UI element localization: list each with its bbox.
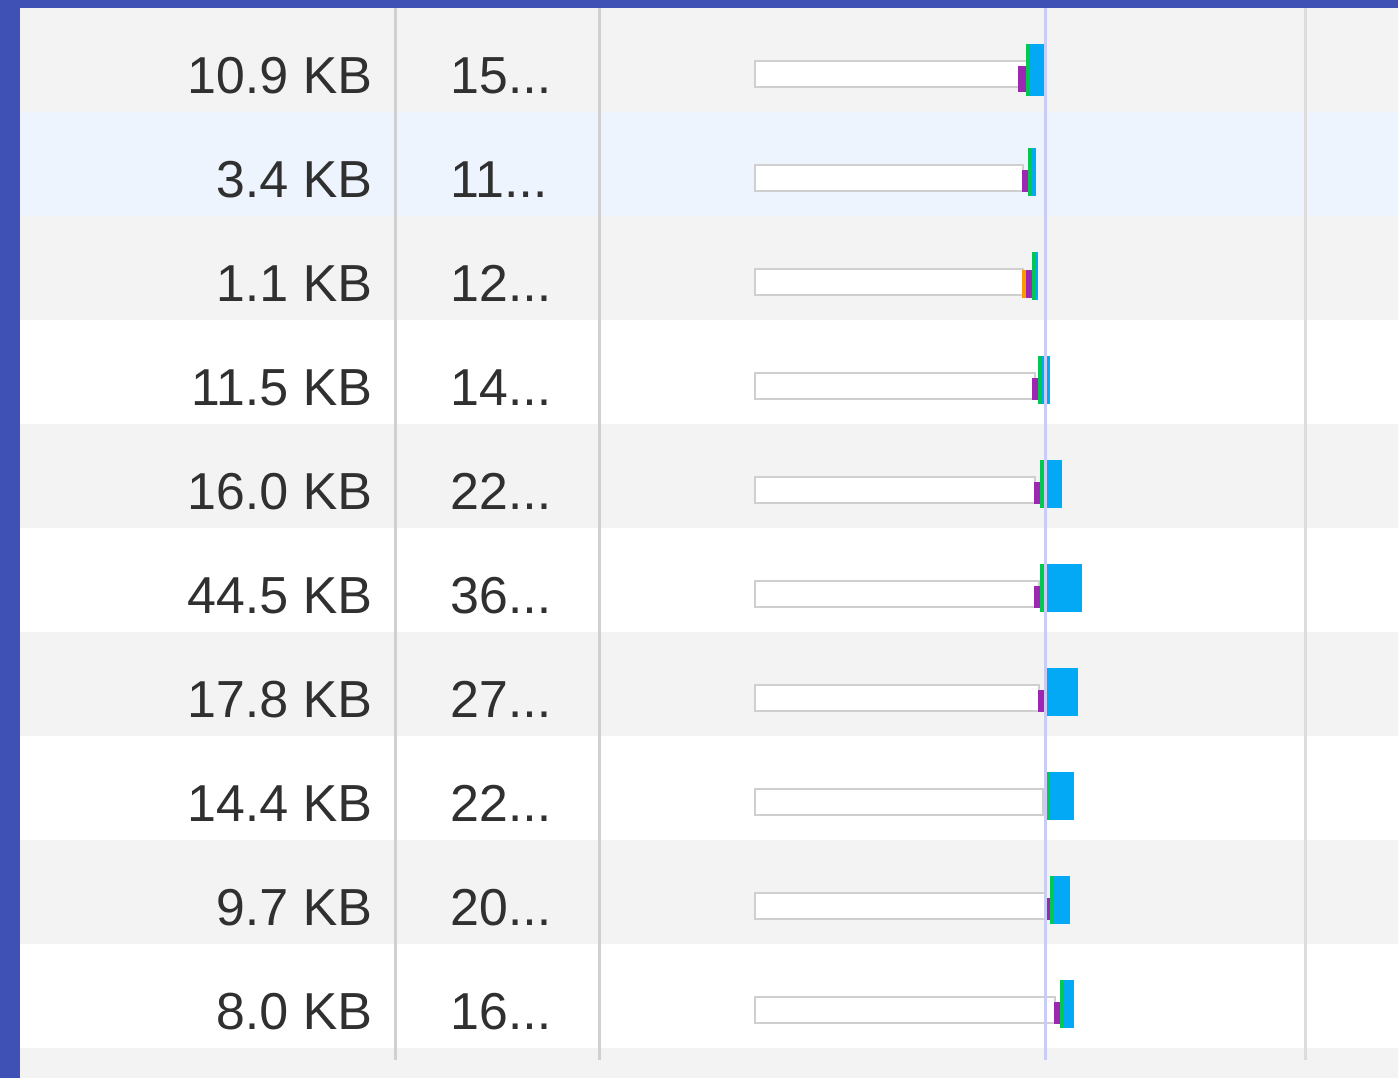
- network-request-table: 10.9 KB 15... 3.4 KB 11... 1.1 KB 12... 11.5 K…: [20, 8, 1398, 1078]
- request-row[interactable]: 16.0 KB 22...: [20, 424, 1398, 528]
- waterfall-queueing-segment: [754, 60, 1030, 88]
- time-cell: 14...: [450, 359, 552, 417]
- size-cell: 3.4 KB: [215, 151, 372, 209]
- size-cell: 44.5 KB: [186, 567, 372, 625]
- size-cell: 9.7 KB: [215, 879, 372, 937]
- time-cell: 36...: [450, 567, 552, 625]
- time-cell: 15...: [450, 47, 552, 105]
- time-cell: 16...: [450, 983, 552, 1041]
- request-row[interactable]: 11.5 KB 14...: [20, 320, 1398, 424]
- partial-table-row[interactable]: [20, 1060, 1398, 1078]
- waterfall-download-segment: [1044, 668, 1078, 716]
- time-cell: 11...: [450, 151, 548, 209]
- request-row[interactable]: 9.7 KB 20...: [20, 840, 1398, 944]
- waterfall-queueing-segment: [754, 892, 1046, 920]
- waterfall-waiting-segment: [1026, 44, 1030, 96]
- request-row[interactable]: 17.8 KB 27...: [20, 632, 1398, 736]
- size-cell: 8.0 KB: [215, 983, 372, 1041]
- dom-content-loaded-marker: [1044, 8, 1047, 1078]
- waterfall-waiting-segment: [1032, 252, 1036, 300]
- time-cell: 22...: [450, 775, 552, 833]
- waterfall-waiting-segment: [1028, 148, 1031, 196]
- size-cell: 16.0 KB: [186, 463, 372, 521]
- size-time-column-divider[interactable]: [394, 8, 397, 1078]
- waterfall-stalled-segment: [1018, 66, 1026, 92]
- request-row[interactable]: 3.4 KB 11...: [20, 112, 1398, 216]
- time-cell: 27...: [450, 671, 552, 729]
- time-cell: 20...: [450, 879, 552, 937]
- request-row[interactable]: 14.4 KB 22...: [20, 736, 1398, 840]
- size-cell: 14.4 KB: [186, 775, 372, 833]
- request-row[interactable]: 8.0 KB 16...: [20, 944, 1398, 1048]
- waterfall-queueing-segment: [754, 476, 1036, 504]
- waterfall-waiting-segment: [1060, 980, 1064, 1028]
- size-cell: 1.1 KB: [215, 255, 372, 313]
- size-cell: 11.5 KB: [190, 359, 372, 417]
- time-cell: 22...: [450, 463, 552, 521]
- waterfall-waiting-segment: [1038, 356, 1042, 404]
- waterfall-queueing-segment: [754, 684, 1040, 712]
- waterfall-queueing-segment: [754, 788, 1044, 816]
- size-cell: 10.9 KB: [186, 47, 372, 105]
- size-cell: 17.8 KB: [186, 671, 372, 729]
- request-row[interactable]: 1.1 KB 12...: [20, 216, 1398, 320]
- waterfall-queueing-segment: [754, 268, 1024, 296]
- waterfall-queueing-segment: [754, 580, 1040, 608]
- request-row[interactable]: 44.5 KB 36...: [20, 528, 1398, 632]
- request-row[interactable]: 10.9 KB 15...: [20, 8, 1398, 112]
- waterfall-queueing-segment: [754, 164, 1024, 192]
- waterfall-queueing-segment: [754, 996, 1056, 1024]
- time-waterfall-column-divider[interactable]: [598, 8, 601, 1078]
- waterfall-waiting-segment: [1050, 876, 1054, 924]
- time-cell: 12...: [450, 255, 552, 313]
- waterfall-queueing-segment: [754, 372, 1036, 400]
- waterfall-grid-divider: [1304, 8, 1307, 1078]
